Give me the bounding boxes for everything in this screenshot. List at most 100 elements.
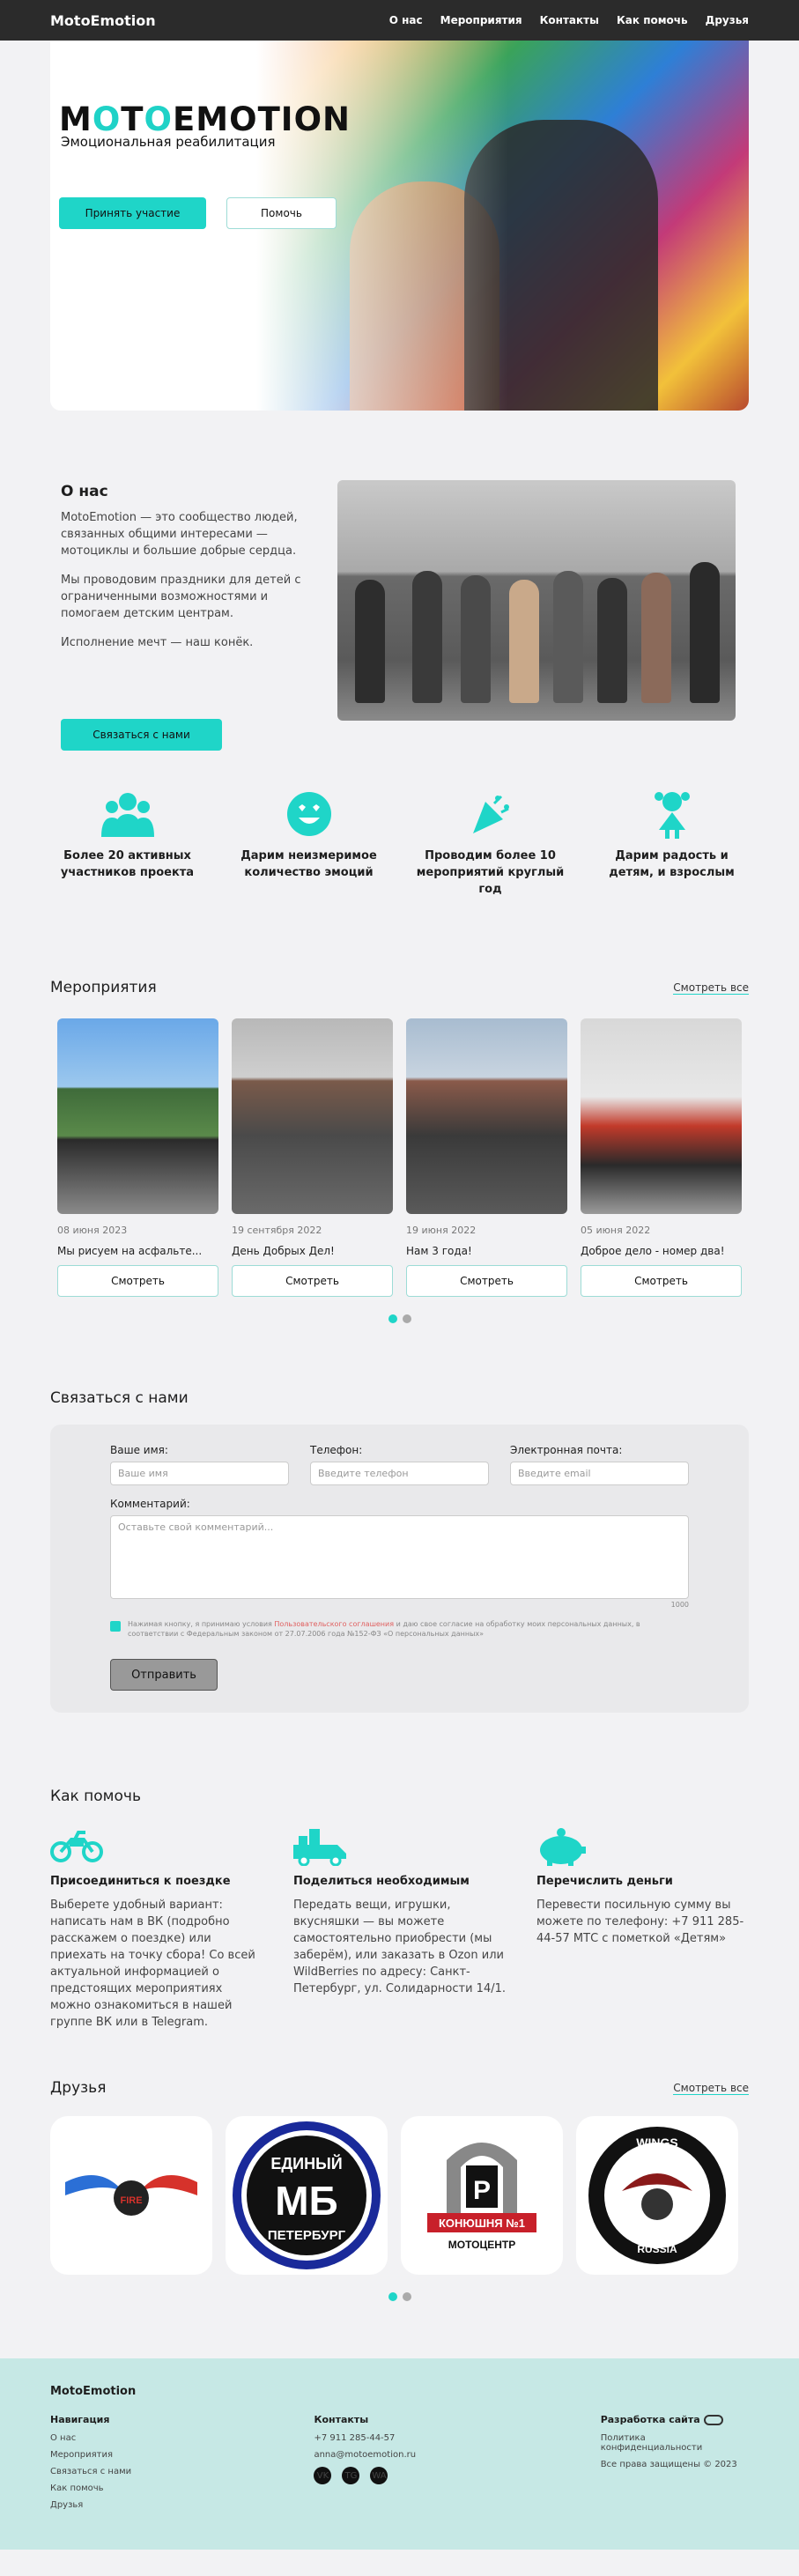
svg-text:FIRE: FIRE — [120, 2195, 142, 2206]
phone-input[interactable]: Введите телефон — [310, 1462, 489, 1485]
events-see-all-link[interactable]: Смотреть все — [673, 981, 749, 995]
pagination-dot[interactable] — [402, 2292, 411, 2301]
social-links: VK TG WA — [314, 2467, 600, 2491]
hero-banner: MOTOEMOTION Эмоциональная реабилитация П… — [50, 41, 749, 411]
consent-text: Нажимая кнопку, я принимаю условия Польз… — [128, 1620, 640, 1638]
help-item: Перечислить деньги Перевести посильную с… — [536, 1827, 749, 2031]
event-photo[interactable] — [581, 1018, 742, 1214]
feature-text: Проводим более 10 мероприятий круглый го… — [416, 849, 565, 896]
footer-link-events[interactable]: Мероприятия — [50, 2450, 314, 2460]
copyright: Все права защищены © 2023 — [600, 2460, 737, 2469]
help-item-text: Перевести посильную сумму вы можете по т… — [536, 1899, 744, 1945]
footer-link-friends[interactable]: Друзья — [50, 2500, 314, 2510]
footer-navigation: Навигация О нас Мероприятия Связаться с … — [50, 2414, 314, 2517]
footer-brand[interactable]: MotoEmotion — [50, 2385, 749, 2398]
event-view-button[interactable]: Смотреть — [581, 1265, 742, 1297]
consent-row: Нажимая кнопку, я принимаю условия Польз… — [110, 1619, 689, 1639]
svg-text:WINGS: WINGS — [636, 2136, 677, 2150]
svg-text:МБ: МБ — [275, 2178, 337, 2224]
event-title: Нам 3 года! — [406, 1245, 472, 1257]
help-title: Как помочь — [50, 1788, 141, 1805]
nav-friends[interactable]: Друзья — [706, 14, 749, 26]
footer-link-contact[interactable]: Связаться с нами — [50, 2467, 314, 2476]
privacy-policy-link[interactable]: Политика конфиденциальности — [601, 2433, 749, 2453]
event-card: 19 июня 2022 Нам 3 года! Смотреть — [406, 1018, 567, 1297]
event-view-button[interactable]: Смотреть — [406, 1265, 567, 1297]
contact-us-button[interactable]: Связаться с нами — [61, 719, 222, 751]
consent-checkbox[interactable] — [110, 1621, 121, 1632]
event-photo[interactable] — [406, 1018, 567, 1214]
footer-link-help[interactable]: Как помочь — [50, 2483, 314, 2493]
svg-text:КОНЮШНЯ №1: КОНЮШНЯ №1 — [439, 2217, 525, 2230]
svg-text:Р: Р — [473, 2176, 491, 2205]
name-input[interactable]: Ваше имя — [110, 1462, 289, 1485]
svg-text:ПЕТЕРБУРГ: ПЕТЕРБУРГ — [268, 2228, 346, 2243]
wings-russia-logo[interactable]: WINGS RUSSIA — [576, 2116, 738, 2275]
event-photo[interactable] — [57, 1018, 218, 1214]
event-card: 08 июня 2023 Мы рисуем на асфальте... См… — [57, 1018, 218, 1297]
konyushnya-logo[interactable]: Р КОНЮШНЯ №1 МОТОЦЕНТР — [401, 2116, 563, 2275]
feature-item: Проводим более 10 мероприятий круглый го… — [413, 789, 567, 939]
feature-text: Более 20 активных участников проекта — [60, 849, 195, 879]
event-view-button[interactable]: Смотреть — [232, 1265, 393, 1297]
whatsapp-icon[interactable]: WA — [370, 2467, 388, 2484]
help-item-title: Перечислить деньги — [536, 1875, 673, 1888]
svg-text:RUSSIA: RUSSIA — [637, 2243, 677, 2255]
events-title: Мероприятия — [50, 979, 157, 996]
join-button[interactable]: Принять участие — [59, 197, 206, 229]
help-button[interactable]: Помочь — [226, 197, 337, 229]
submit-button[interactable]: Отправить — [110, 1659, 218, 1691]
feature-item: Дарим неизмеримое количество эмоций — [232, 789, 386, 939]
event-date: 19 июня 2022 — [406, 1225, 477, 1236]
pagination-dot[interactable] — [402, 1314, 411, 1323]
about-title: О нас — [61, 483, 108, 500]
friends-pagination — [0, 2292, 799, 2301]
features-row: Более 20 активных участников проекта Дар… — [50, 763, 749, 939]
about-paragraph: MotoEmotion — это сообщество людей, связ… — [61, 511, 298, 558]
event-date: 19 сентября 2022 — [232, 1225, 322, 1236]
event-view-button[interactable]: Смотреть — [57, 1265, 218, 1297]
site-logo[interactable]: MotoEmotion — [50, 12, 156, 29]
footer-nav-title: Навигация — [50, 2414, 110, 2425]
events-header: Мероприятия Смотреть все — [50, 979, 749, 996]
motorcycle-icon — [50, 1827, 263, 1866]
party-popper-icon — [464, 789, 517, 839]
vk-icon[interactable]: VK — [314, 2467, 332, 2484]
edinyi-mb-logo[interactable]: ЕДИНЫЙ МБ ПЕТЕРБУРГ — [226, 2116, 388, 2275]
about-paragraph: Мы проводовим праздники для детей с огра… — [61, 574, 301, 620]
footer-legal: Разработка сайта Политика конфиденциальн… — [601, 2414, 749, 2517]
email-input[interactable]: Введите email — [510, 1462, 689, 1485]
user-agreement-link[interactable]: Пользовательского соглашения — [274, 1620, 394, 1628]
help-item-text: Передать вещи, игрушки, вкусняшки — вы м… — [293, 1899, 506, 1995]
footer-phone[interactable]: +7 911 285-44-57 — [314, 2433, 600, 2443]
event-date: 05 июня 2022 — [581, 1225, 651, 1236]
nav-about[interactable]: О нас — [389, 14, 423, 26]
nav-events[interactable]: Мероприятия — [440, 14, 522, 26]
event-photo[interactable] — [232, 1018, 393, 1214]
pagination-dot-active[interactable] — [388, 2292, 397, 2301]
comment-textarea[interactable]: Оставьте свой комментарий... — [110, 1515, 689, 1599]
hero-subtitle: Эмоциональная реабилитация — [61, 134, 276, 150]
help-section: Присоединиться к поездке Выберете удобны… — [50, 1827, 749, 2031]
contact-title: Связаться с нами — [50, 1389, 189, 1407]
help-item: Присоединиться к поездке Выберете удобны… — [50, 1827, 263, 2031]
friends-see-all-link[interactable]: Смотреть все — [673, 2082, 749, 2095]
feature-item: Более 20 активных участников проекта — [50, 789, 204, 939]
wings-fire-logo[interactable]: FIRE — [50, 2116, 212, 2275]
nav-contacts[interactable]: Контакты — [540, 14, 599, 26]
events-carousel: 08 июня 2023 Мы рисуем на асфальте... См… — [57, 1018, 742, 1297]
telegram-icon[interactable]: TG — [342, 2467, 360, 2484]
phone-field: Телефон: Введите телефон — [310, 1444, 489, 1485]
event-title: Мы рисуем на асфальте... — [57, 1245, 203, 1257]
footer-contacts-title: Контакты — [314, 2414, 369, 2425]
footer-link-about[interactable]: О нас — [50, 2433, 314, 2443]
pagination-dot-active[interactable] — [388, 1314, 397, 1323]
contact-form: Ваше имя: Ваше имя Телефон: Введите теле… — [50, 1425, 749, 1713]
about-section: О нас MotoEmotion — это сообщество людей… — [50, 411, 749, 763]
footer-email[interactable]: anna@motoemotion.ru — [314, 2450, 600, 2460]
developer-logo-icon[interactable] — [703, 2415, 723, 2425]
help-item-text: Выберете удобный вариант: написать нам в… — [50, 1899, 255, 2029]
site-header: MotoEmotion О нас Мероприятия Контакты К… — [0, 0, 799, 41]
nav-help[interactable]: Как помочь — [617, 14, 688, 26]
girl-icon — [646, 789, 699, 839]
